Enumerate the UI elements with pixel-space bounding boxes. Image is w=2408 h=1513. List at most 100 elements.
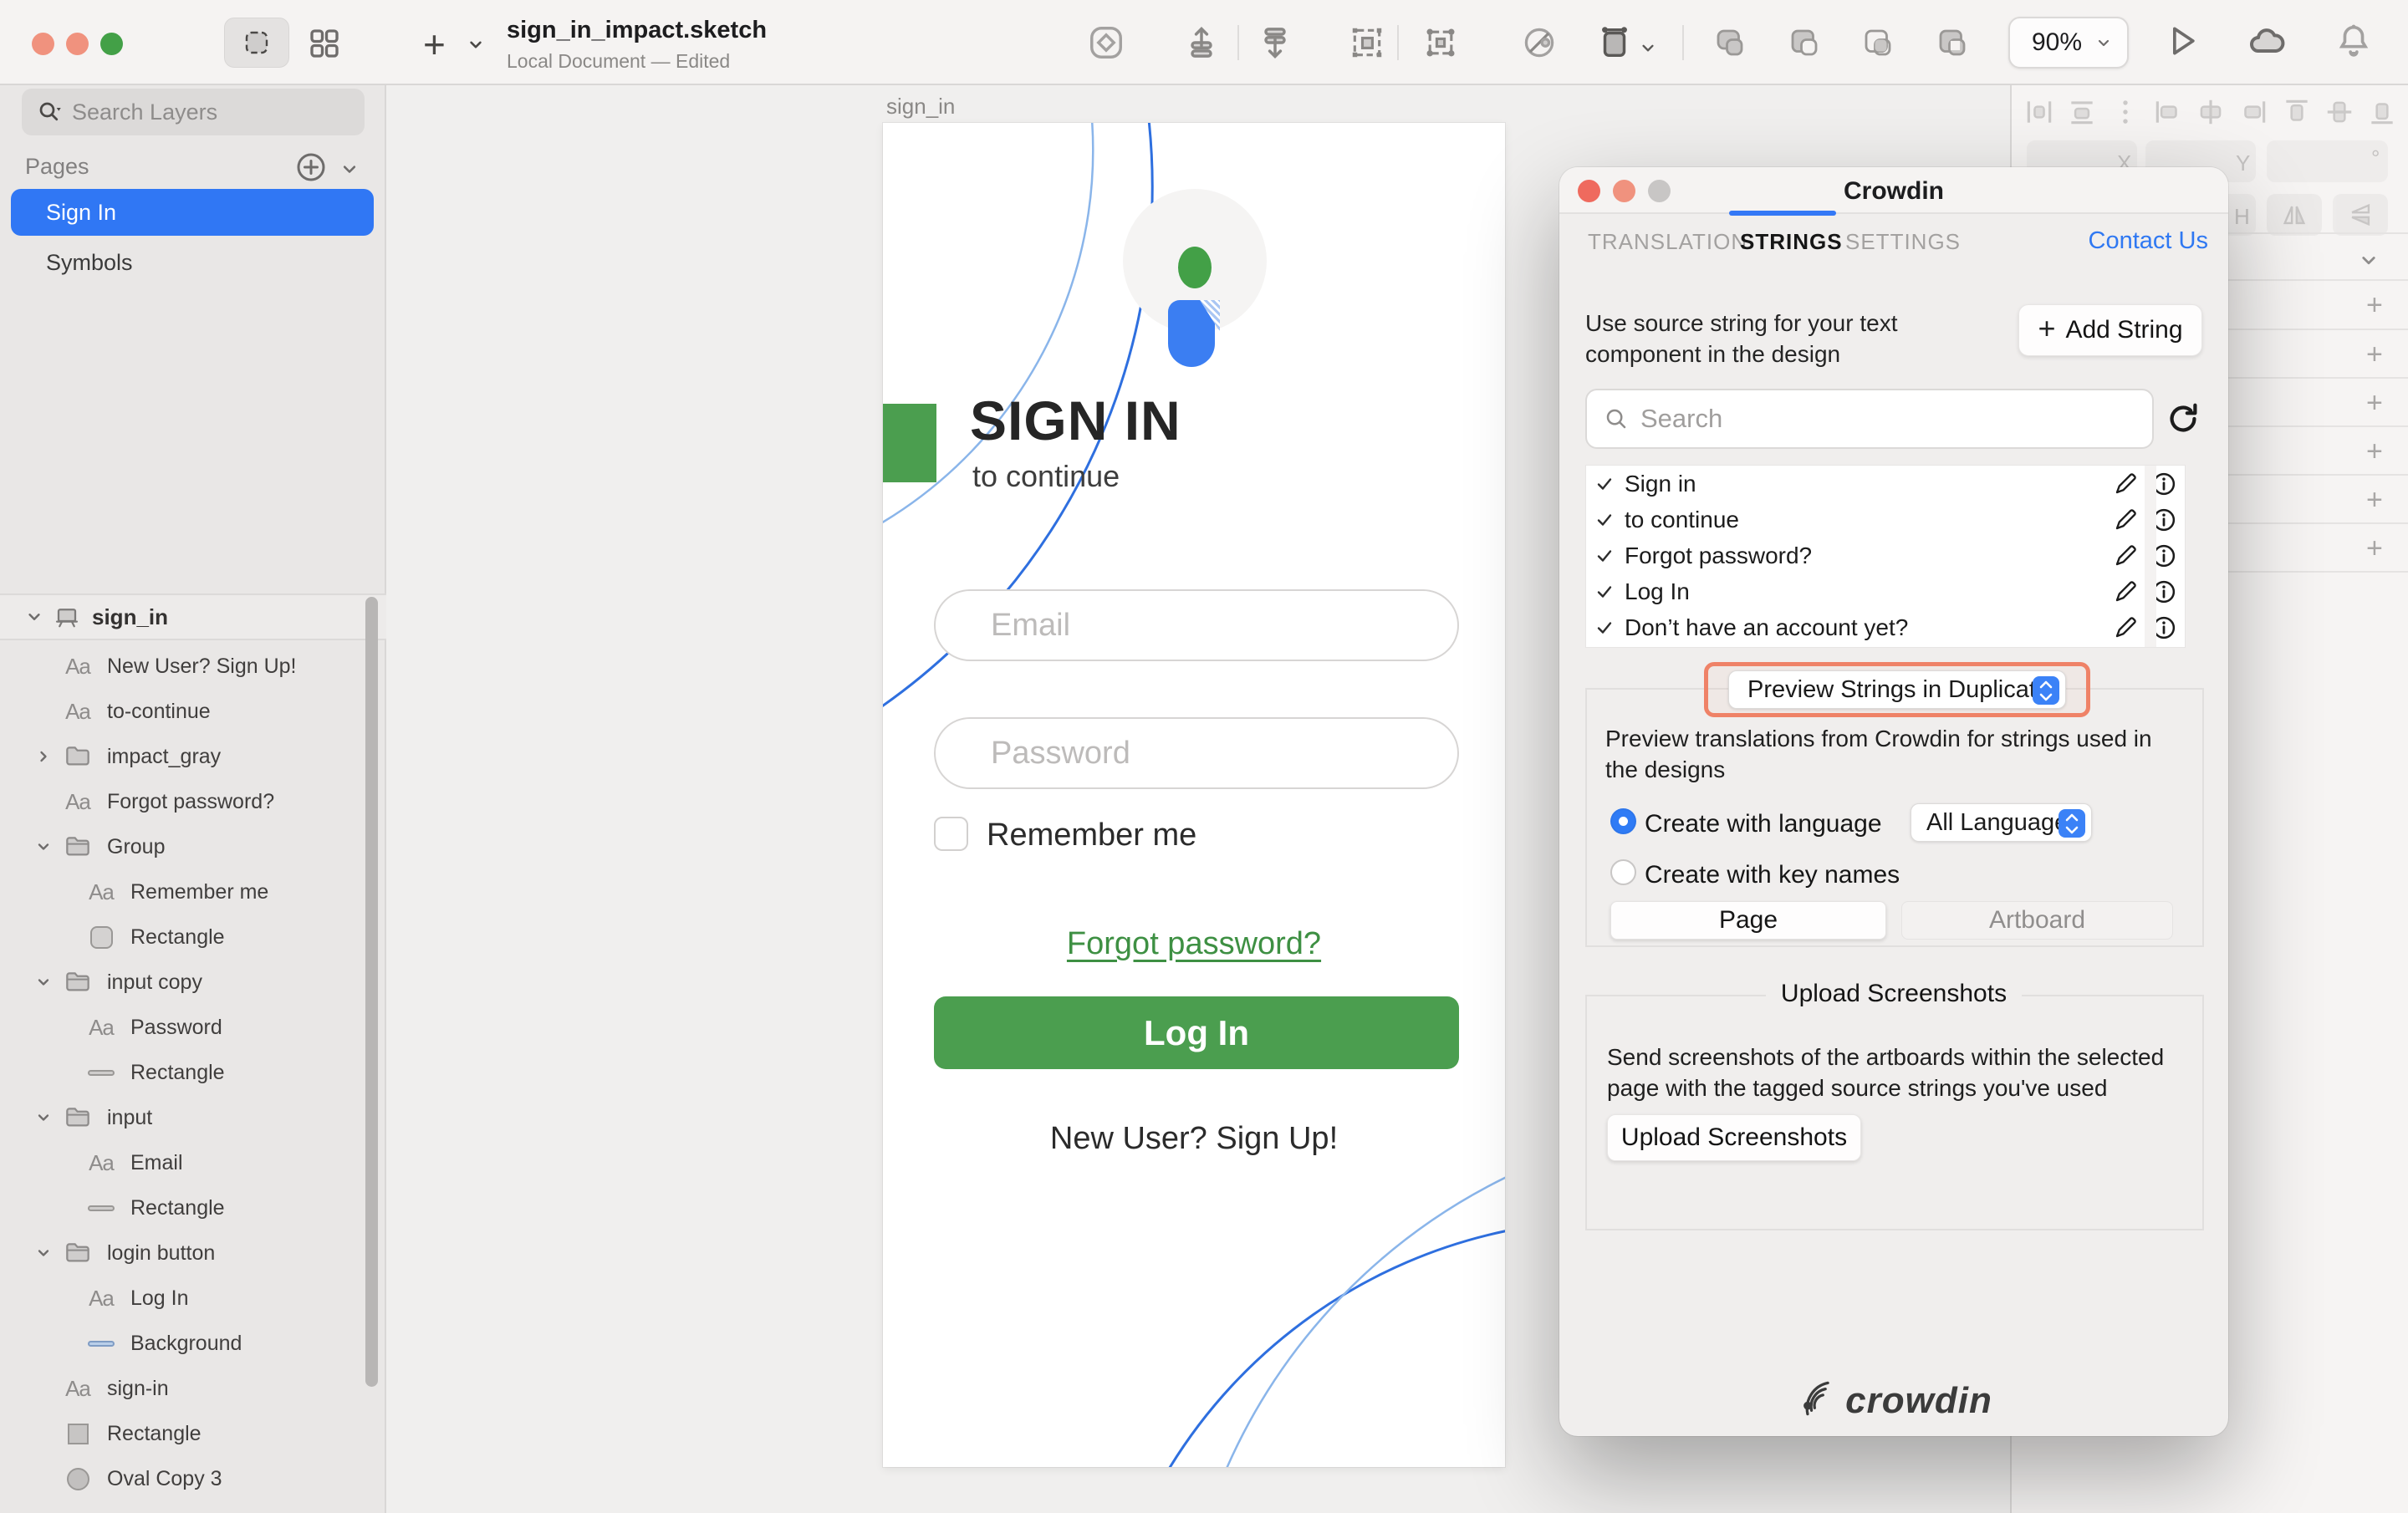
align-center-horizontal-icon[interactable]	[2195, 96, 2227, 128]
search-layers-input[interactable]: Search Layers	[22, 89, 365, 135]
notifications-bell-icon[interactable]	[2333, 20, 2375, 62]
resize-chevron-icon[interactable]	[1637, 37, 1659, 59]
language-select[interactable]: All Languages	[1911, 803, 2092, 842]
chevron-right-icon[interactable]	[33, 746, 54, 767]
string-row[interactable]: Log In	[1586, 573, 2185, 609]
align-middle-vertical-icon[interactable]	[2324, 96, 2355, 128]
more-options-icon[interactable]	[2110, 96, 2141, 128]
artboard-title-label[interactable]: sign_in	[886, 94, 955, 120]
string-row[interactable]: Forgot password?	[1586, 537, 2185, 573]
align-right-icon[interactable]	[2237, 96, 2269, 128]
rotation-field[interactable]	[2267, 140, 2388, 182]
bring-forward-button[interactable]	[1181, 22, 1222, 64]
cloud-sync-icon[interactable]	[2246, 22, 2288, 64]
layer-row-shape[interactable]: Rectangle	[0, 1185, 375, 1230]
layer-row-group[interactable]: impact_gray	[0, 734, 375, 779]
sidebar-page-sign-in[interactable]: Sign In	[11, 189, 374, 236]
layer-row-text[interactable]: Remember me	[0, 869, 375, 914]
layer-row-text[interactable]: to-continue	[0, 689, 375, 734]
email-field[interactable]: Email	[934, 589, 1459, 661]
layer-row-text[interactable]: Log In	[0, 1276, 375, 1321]
layer-row-text[interactable]: Password	[0, 1005, 375, 1050]
layer-row-shape[interactable]: Background	[0, 1321, 375, 1366]
string-row[interactable]: Don’t have an account yet?	[1586, 609, 2185, 645]
refresh-icon[interactable]	[2164, 400, 2202, 438]
layer-row-text[interactable]: Email	[0, 1140, 375, 1185]
sidebar-scrollbar[interactable]	[365, 597, 378, 1387]
minimize-window-button[interactable]	[66, 33, 89, 55]
resize-constraints-button[interactable]	[1594, 22, 1635, 64]
close-window-button[interactable]	[32, 33, 54, 55]
edit-pencil-icon[interactable]	[2113, 543, 2138, 568]
zoom-window-button[interactable]	[100, 33, 123, 55]
preview-strings-select[interactable]: Preview Strings in Duplicate	[1728, 670, 2066, 709]
layer-row-group[interactable]: Group	[0, 824, 375, 869]
edit-pencil-icon[interactable]	[2113, 579, 2138, 604]
layer-row-text[interactable]: sign-in	[0, 1366, 375, 1411]
remember-me-checkbox[interactable]	[934, 817, 968, 851]
zoom-level-select[interactable]: 90%	[2008, 17, 2129, 69]
chevron-down-icon[interactable]	[33, 1243, 54, 1263]
insert-button[interactable]: +	[423, 22, 446, 67]
tab-settings[interactable]: SETTINGS	[1845, 229, 1961, 255]
tab-strings[interactable]: STRINGS	[1740, 229, 1843, 255]
edit-pencil-icon[interactable]	[2113, 507, 2138, 532]
layer-row-shape[interactable]: Rectangle	[0, 1411, 375, 1456]
strings-search-input[interactable]: Search	[1585, 389, 2154, 449]
chevron-down-icon[interactable]	[33, 1108, 54, 1128]
page-button[interactable]: Page	[1610, 901, 1886, 940]
add-shadow-button[interactable]: +	[2366, 436, 2383, 468]
chevron-down-icon[interactable]	[23, 606, 45, 628]
string-row[interactable]: to continue	[1586, 502, 2185, 537]
add-style-button[interactable]: +	[2366, 289, 2383, 322]
chevron-down-icon[interactable]	[33, 837, 54, 857]
tab-translation[interactable]: TRANSLATION	[1588, 229, 1747, 255]
add-string-button[interactable]: + Add String	[2018, 304, 2202, 356]
edit-shape-button[interactable]	[1518, 22, 1560, 64]
flip-horizontal-button[interactable]	[2267, 194, 2322, 236]
boolean-intersect-button[interactable]	[1857, 22, 1899, 64]
chevron-down-icon[interactable]	[33, 972, 54, 992]
edit-pencil-icon[interactable]	[2113, 471, 2138, 497]
distribute-vertically-icon[interactable]	[2066, 96, 2098, 128]
boolean-subtract-button[interactable]	[1783, 22, 1825, 64]
layer-row-group[interactable]: input copy	[0, 960, 375, 1005]
distribute-horizontally-icon[interactable]	[2023, 96, 2055, 128]
flip-vertical-button[interactable]	[2333, 194, 2388, 236]
sidebar-page-symbols[interactable]: Symbols	[11, 241, 374, 284]
boolean-union-button[interactable]	[1709, 22, 1751, 64]
add-blur-button[interactable]: +	[2366, 484, 2383, 517]
insert-symbol-button[interactable]	[1085, 22, 1127, 64]
layer-row-text[interactable]: New User? Sign Up!	[0, 644, 375, 689]
send-backward-button[interactable]	[1254, 22, 1296, 64]
string-row[interactable]: Sign in	[1586, 466, 2185, 502]
strings-list-scrollbar[interactable]	[2145, 466, 2156, 647]
boolean-difference-button[interactable]	[1931, 22, 1973, 64]
create-with-key-names-radio[interactable]	[1610, 859, 1636, 885]
layer-row-shape[interactable]: Rectangle	[0, 1050, 375, 1095]
add-border-button[interactable]: +	[2366, 387, 2383, 420]
collapse-pages-icon[interactable]	[338, 157, 361, 181]
layer-row-text[interactable]: Forgot password?	[0, 779, 375, 824]
add-fill-button[interactable]: +	[2366, 339, 2383, 371]
upload-screenshots-button[interactable]: Upload Screenshots	[1607, 1114, 1861, 1161]
preview-play-button[interactable]	[2161, 20, 2203, 62]
layer-row-shape[interactable]: Rectangle	[0, 914, 375, 960]
align-left-icon[interactable]	[2152, 96, 2184, 128]
add-page-icon[interactable]	[294, 150, 328, 184]
forgot-password-link[interactable]: Forgot password?	[883, 926, 1505, 962]
log-in-button[interactable]: Log In	[934, 996, 1459, 1069]
sign-up-link[interactable]: New User? Sign Up!	[883, 1121, 1505, 1157]
layer-row-shape[interactable]: Oval Copy 3	[0, 1456, 375, 1501]
ungroup-button[interactable]	[1420, 22, 1462, 64]
layer-row-group[interactable]: login button	[0, 1230, 375, 1276]
contact-us-link[interactable]: Contact Us	[2089, 227, 2208, 255]
grid-view-toggle[interactable]	[306, 25, 343, 62]
section-collapse-chevron-icon[interactable]	[2356, 247, 2381, 273]
layer-row-artboard[interactable]: sign_in	[0, 593, 386, 640]
align-bottom-icon[interactable]	[2366, 96, 2398, 128]
create-with-language-radio[interactable]	[1610, 808, 1636, 834]
add-effect-button[interactable]: +	[2366, 532, 2383, 565]
password-field[interactable]: Password	[934, 717, 1459, 789]
artboard-button[interactable]: Artboard	[1901, 901, 2173, 940]
